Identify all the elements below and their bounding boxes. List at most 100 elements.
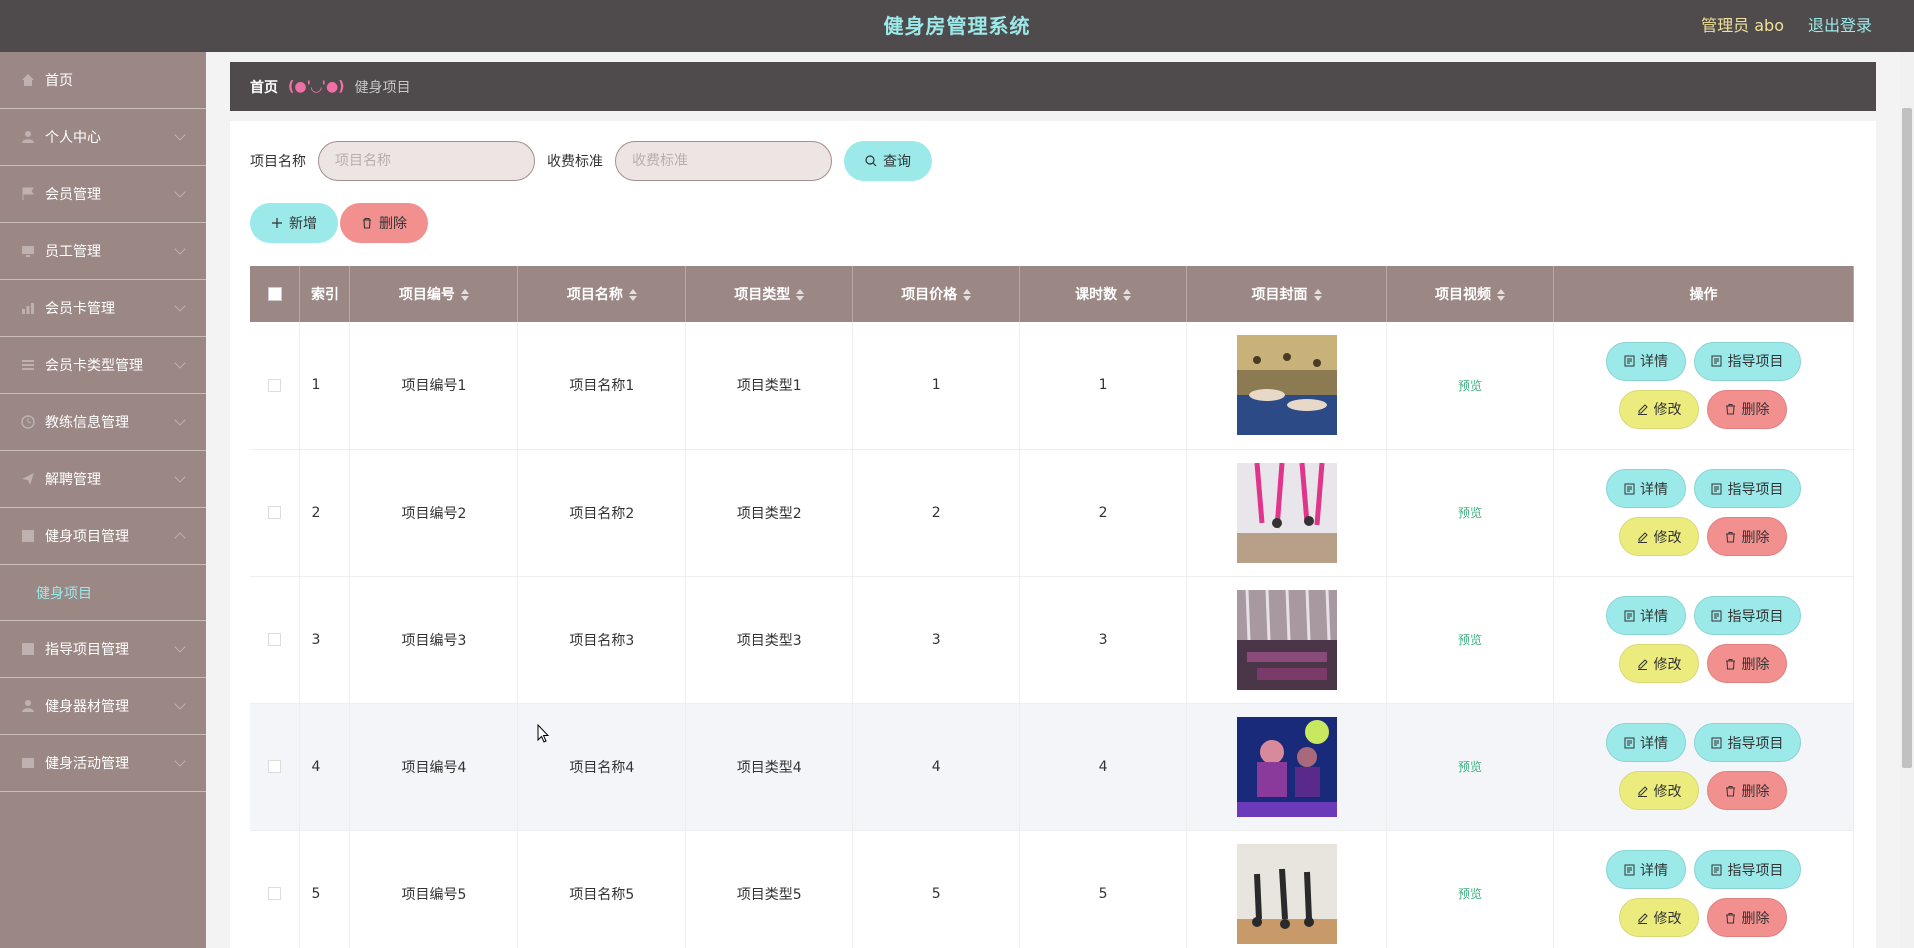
sort-icon[interactable] bbox=[1313, 289, 1322, 301]
page-scrollbar[interactable] bbox=[1900, 52, 1914, 948]
fee-standard-label: 收费标准 bbox=[547, 154, 603, 170]
add-button[interactable]: 新增 bbox=[250, 203, 338, 243]
scrollbar-thumb[interactable] bbox=[1902, 108, 1912, 768]
sort-icon[interactable] bbox=[1123, 289, 1132, 301]
cell-code: 项目编号4 bbox=[349, 703, 519, 831]
home-icon bbox=[20, 72, 36, 88]
detail-button-label: 详情 bbox=[1639, 354, 1668, 371]
cell-index: 3 bbox=[299, 576, 351, 704]
sidebar-item-guidance-project-management[interactable]: 指导项目管理 bbox=[0, 621, 206, 678]
cover-image[interactable] bbox=[1236, 589, 1337, 690]
chevron-down-icon bbox=[174, 471, 186, 483]
logout-link[interactable]: 退出登录 bbox=[1808, 12, 1872, 36]
column-header-type[interactable]: 项目类型 bbox=[685, 266, 854, 322]
detail-button[interactable]: 详情 bbox=[1605, 469, 1686, 508]
select-all-checkbox[interactable] bbox=[267, 287, 282, 301]
current-user: 管理员 abo bbox=[1701, 16, 1784, 35]
delete-button[interactable]: 删除 bbox=[1707, 771, 1788, 810]
query-button[interactable]: 查询 bbox=[844, 141, 932, 181]
guide-project-button[interactable]: 指导项目 bbox=[1693, 469, 1801, 508]
video-preview-link[interactable]: 预览 bbox=[1458, 760, 1482, 774]
sidebar-item-card-type-management[interactable]: 会员卡类型管理 bbox=[0, 337, 206, 394]
grid-icon bbox=[20, 641, 36, 657]
edit-button[interactable]: 修改 bbox=[1619, 644, 1700, 683]
guide-project-button[interactable]: 指导项目 bbox=[1693, 723, 1801, 762]
column-header-label: 项目名称 bbox=[566, 287, 623, 303]
edit-button[interactable]: 修改 bbox=[1619, 389, 1700, 429]
cell-cover bbox=[1186, 322, 1388, 450]
delete-button[interactable]: 删除 bbox=[1707, 898, 1788, 937]
detail-button[interactable]: 详情 bbox=[1605, 596, 1686, 635]
sidebar-item-fitness-project-management[interactable]: 健身项目管理 bbox=[0, 508, 206, 565]
sidebar-item-label: 健身活动管理 bbox=[45, 756, 129, 772]
guide-project-button[interactable]: 指导项目 bbox=[1693, 341, 1801, 381]
edit-button[interactable]: 修改 bbox=[1619, 517, 1700, 556]
edit-button[interactable]: 修改 bbox=[1619, 898, 1700, 937]
edit-button[interactable]: 修改 bbox=[1619, 771, 1700, 810]
row-checkbox[interactable] bbox=[268, 760, 282, 773]
row-checkbox[interactable] bbox=[268, 633, 282, 646]
sidebar-item-label: 健身项目管理 bbox=[45, 529, 129, 545]
video-preview-link[interactable]: 预览 bbox=[1458, 506, 1482, 520]
delete-button[interactable]: 删除 bbox=[1707, 644, 1788, 683]
row-checkbox[interactable] bbox=[268, 378, 282, 392]
video-preview-link[interactable]: 预览 bbox=[1458, 633, 1482, 647]
project-name-input[interactable] bbox=[318, 141, 535, 181]
document-icon bbox=[1711, 483, 1722, 494]
cell-type: 项目类型2 bbox=[685, 449, 854, 577]
pencil-icon bbox=[1638, 404, 1649, 416]
row-checkbox[interactable] bbox=[268, 887, 282, 900]
fee-standard-input[interactable] bbox=[615, 141, 832, 181]
cell-video: 预览 bbox=[1386, 830, 1554, 948]
column-header-code[interactable]: 项目编号 bbox=[349, 266, 519, 322]
grid-icon bbox=[20, 528, 36, 544]
column-header-price[interactable]: 项目价格 bbox=[852, 266, 1021, 322]
column-header-name[interactable]: 项目名称 bbox=[517, 266, 687, 322]
column-header-hours[interactable]: 课时数 bbox=[1019, 266, 1188, 322]
sidebar-subitem-fitness-project[interactable]: 健身项目 bbox=[0, 565, 206, 621]
detail-button[interactable]: 详情 bbox=[1605, 850, 1686, 889]
sidebar-item-member-management[interactable]: 会员管理 bbox=[0, 166, 206, 223]
guide-project-button[interactable]: 指导项目 bbox=[1693, 850, 1801, 889]
sort-icon[interactable] bbox=[796, 289, 805, 301]
cover-image[interactable] bbox=[1236, 462, 1337, 563]
sort-icon[interactable] bbox=[460, 289, 469, 301]
row-checkbox[interactable] bbox=[268, 506, 282, 519]
breadcrumb-home[interactable]: 首页 bbox=[250, 77, 278, 97]
cell-operations: 详情 指导项目 修改 删除 bbox=[1553, 322, 1855, 450]
sidebar-item-staff-management[interactable]: 员工管理 bbox=[0, 223, 206, 280]
sidebar-item-personal-center[interactable]: 个人中心 bbox=[0, 109, 206, 166]
video-preview-link[interactable]: 预览 bbox=[1458, 887, 1482, 901]
sidebar-item-label: 解聘管理 bbox=[45, 472, 101, 488]
column-header-video[interactable]: 项目视频 bbox=[1386, 266, 1554, 322]
cover-image[interactable] bbox=[1236, 843, 1337, 944]
sort-icon[interactable] bbox=[1496, 289, 1505, 301]
delete-button[interactable]: 删除 bbox=[1707, 517, 1788, 556]
table-row: 1 项目编号1 项目名称1 项目类型1 1 1 预览 详情 指导项目 修改 删除 bbox=[250, 322, 1855, 450]
sidebar-item-member-card-management[interactable]: 会员卡管理 bbox=[0, 280, 206, 337]
detail-button[interactable]: 详情 bbox=[1605, 723, 1686, 762]
table-header-row: 索引 项目编号 项目名称 项目类型 项目价格 课时数 项目封面 项目视频 操作 bbox=[250, 266, 1855, 322]
column-header-operations: 操作 bbox=[1553, 266, 1855, 322]
edit-button-label: 修改 bbox=[1653, 529, 1682, 546]
detail-button[interactable]: 详情 bbox=[1605, 341, 1686, 381]
cover-image[interactable] bbox=[1236, 716, 1337, 817]
sidebar-item-coach-info-management[interactable]: 教练信息管理 bbox=[0, 394, 206, 451]
video-preview-link[interactable]: 预览 bbox=[1458, 379, 1482, 393]
sidebar-item-activity-management[interactable]: 健身活动管理 bbox=[0, 735, 206, 792]
document-icon bbox=[1711, 737, 1722, 748]
column-header-cover[interactable]: 项目封面 bbox=[1186, 266, 1388, 322]
sidebar-item-home[interactable]: 首页 bbox=[0, 52, 206, 109]
sort-icon[interactable] bbox=[628, 289, 637, 301]
cover-image[interactable] bbox=[1236, 335, 1337, 436]
guide-project-button[interactable]: 指导项目 bbox=[1693, 596, 1801, 635]
sidebar-item-equipment-management[interactable]: 健身器材管理 bbox=[0, 678, 206, 735]
sidebar-item-dismissal-management[interactable]: 解聘管理 bbox=[0, 451, 206, 508]
delete-button[interactable]: 删除 bbox=[1707, 389, 1788, 429]
detail-button-label: 详情 bbox=[1639, 608, 1668, 625]
sort-icon[interactable] bbox=[963, 289, 972, 301]
column-header-label: 项目编号 bbox=[398, 287, 455, 303]
batch-delete-button[interactable]: 删除 bbox=[340, 203, 428, 243]
table-row: 3 项目编号3 项目名称3 项目类型3 3 3 预览 详情 指导项目 修改 删除 bbox=[250, 576, 1855, 704]
chevron-down-icon bbox=[174, 755, 186, 767]
